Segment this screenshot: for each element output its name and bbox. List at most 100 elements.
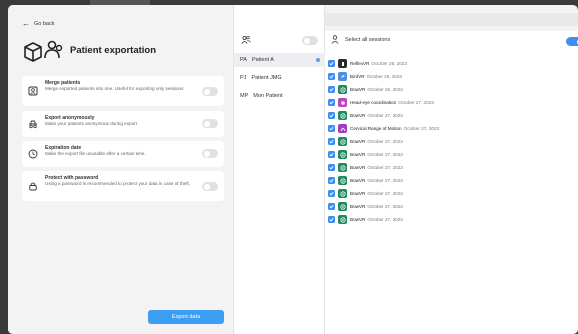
session-item[interactable]: BowVR October 27, 2023 xyxy=(328,149,403,160)
select-all-patients-toggle[interactable] xyxy=(302,36,318,45)
bow-app-icon xyxy=(338,215,347,224)
sessions-panel: Select all sessions ReflexVR October 26, … xyxy=(325,31,578,334)
reflex-app-icon xyxy=(338,59,347,68)
patient-list-panel: PA Patient A PJ Patient JMG MP Mon Patie… xyxy=(233,5,326,334)
session-date: October 27, 2023 xyxy=(367,204,403,209)
lock-icon xyxy=(29,182,37,191)
session-name: BowVR xyxy=(350,165,366,170)
session-name: BowVR xyxy=(350,178,366,183)
session-date: October 27, 2023 xyxy=(403,126,440,131)
go-back-label: Go back xyxy=(34,21,55,27)
protect-password-toggle[interactable] xyxy=(202,182,218,191)
option-protect-password: Protect with password Using a password i… xyxy=(22,171,224,201)
patient-list-header xyxy=(234,31,326,51)
session-item[interactable]: Head-eye coordination October 27, 2023 xyxy=(328,97,434,108)
session-date: October 27, 2023 xyxy=(367,165,403,170)
patient-item[interactable]: PA Patient A xyxy=(234,53,326,67)
go-back-button[interactable]: ← Go back xyxy=(22,19,55,28)
session-name: BowVR xyxy=(350,113,366,118)
session-name: BowVR xyxy=(350,204,366,209)
session-checkbox[interactable] xyxy=(328,99,335,106)
patient-item[interactable]: PJ Patient JMG xyxy=(234,71,326,85)
session-checkbox[interactable] xyxy=(328,60,335,67)
patient-initials: PJ xyxy=(240,75,247,81)
session-checkbox[interactable] xyxy=(328,203,335,210)
option-expiration-date: Expiration date Make the export file unu… xyxy=(22,141,224,167)
patient-item[interactable]: MP Mon Patient xyxy=(234,89,326,103)
bow-app-icon xyxy=(338,202,347,211)
session-item[interactable]: BowVR October 27, 2023 xyxy=(328,175,403,186)
session-item[interactable]: BowVR October 27, 2023 xyxy=(328,110,403,121)
session-checkbox[interactable] xyxy=(328,190,335,197)
session-checkbox[interactable] xyxy=(328,177,335,184)
option-export-anonymously: Export anonymously Make your patients an… xyxy=(22,111,224,137)
session-item[interactable]: ReflexVR October 26, 2023 xyxy=(328,58,407,69)
session-checkbox[interactable] xyxy=(328,73,335,80)
session-item[interactable]: BowVR October 27, 2023 xyxy=(328,214,403,225)
incognito-icon xyxy=(29,120,37,129)
patient-name: Mon Patient xyxy=(253,93,283,99)
session-date: October 27, 2023 xyxy=(367,113,403,118)
session-checkbox[interactable] xyxy=(328,151,335,158)
export-options-panel: ← Go back Patient exportation Merge pati… xyxy=(8,5,233,334)
patient-name: Patient A xyxy=(251,57,274,63)
session-checkbox[interactable] xyxy=(328,138,335,145)
head-eye-app-icon xyxy=(338,98,347,107)
session-date: October 27, 2023 xyxy=(398,100,434,105)
page-header: Patient exportation xyxy=(22,38,156,62)
user-icon xyxy=(331,35,339,44)
session-checkbox[interactable] xyxy=(328,164,335,171)
session-checkbox[interactable] xyxy=(328,112,335,119)
session-date: October 27, 2023 xyxy=(367,139,403,144)
select-all-sessions-toggle[interactable] xyxy=(566,37,578,46)
selected-indicator xyxy=(316,58,320,62)
session-checkbox[interactable] xyxy=(328,125,335,132)
option-merge-patients: Merge patients Merge exported patients i… xyxy=(22,76,224,106)
session-item[interactable]: BowVR October 26, 2023 xyxy=(328,84,403,95)
cervical-app-icon xyxy=(338,124,347,133)
patient-initials: MP xyxy=(240,93,249,99)
select-all-sessions-row: Select all sessions xyxy=(331,35,390,44)
session-item[interactable]: BowVR October 27, 2023 xyxy=(328,162,403,173)
select-all-sessions-label: Select all sessions xyxy=(345,36,391,43)
patient-name: Patient JMG xyxy=(251,75,282,81)
bird-app-icon xyxy=(338,72,347,81)
merge-patients-toggle[interactable] xyxy=(202,87,218,96)
expiration-date-toggle[interactable] xyxy=(202,149,218,158)
session-name: BowVR xyxy=(350,217,366,222)
session-item[interactable]: BowVR October 27, 2023 xyxy=(328,201,403,212)
session-name: BowVR xyxy=(350,139,366,144)
patient-initials: PA xyxy=(240,57,247,63)
session-name: BowVR xyxy=(350,87,366,92)
export-data-button[interactable]: Export data xyxy=(148,310,224,324)
session-checkbox[interactable] xyxy=(328,86,335,93)
session-name: BowVR xyxy=(350,191,366,196)
export-window: ← Go back Patient exportation Merge pati… xyxy=(8,5,578,334)
session-date: October 27, 2023 xyxy=(367,178,403,183)
session-item[interactable]: BowVR October 27, 2023 xyxy=(328,188,403,199)
session-date: October 26, 2023 xyxy=(371,61,407,66)
option-description: Make your patients anonymous during expo… xyxy=(45,121,137,126)
export-anonymously-toggle[interactable] xyxy=(202,119,218,128)
bow-app-icon xyxy=(338,85,347,94)
session-name: ReflexVR xyxy=(350,61,370,66)
bow-app-icon xyxy=(338,137,347,146)
bow-app-icon xyxy=(338,189,347,198)
option-description: Merge exported patients into one. Useful… xyxy=(45,86,185,91)
option-description: Make the export file unusable after a ce… xyxy=(45,151,146,156)
bow-app-icon xyxy=(338,150,347,159)
session-item[interactable]: BowVR October 27, 2023 xyxy=(328,136,403,147)
session-checkbox[interactable] xyxy=(328,216,335,223)
option-description: Using a password is recommended to prote… xyxy=(45,181,191,186)
session-name: Head-eye coordination xyxy=(350,100,397,105)
session-item[interactable]: BirdVR October 26, 2023 xyxy=(328,71,402,82)
group-users-icon xyxy=(241,35,251,44)
session-date: October 27, 2023 xyxy=(367,152,403,157)
session-date: October 26, 2023 xyxy=(366,74,403,79)
session-name: BowVR xyxy=(350,152,366,157)
merge-icon xyxy=(28,86,38,96)
session-item[interactable]: Cervical Range of Motion October 27, 2023 xyxy=(328,123,439,134)
patients-export-icon xyxy=(24,40,63,62)
bow-app-icon xyxy=(338,111,347,120)
arrow-left-icon: ← xyxy=(22,19,30,28)
